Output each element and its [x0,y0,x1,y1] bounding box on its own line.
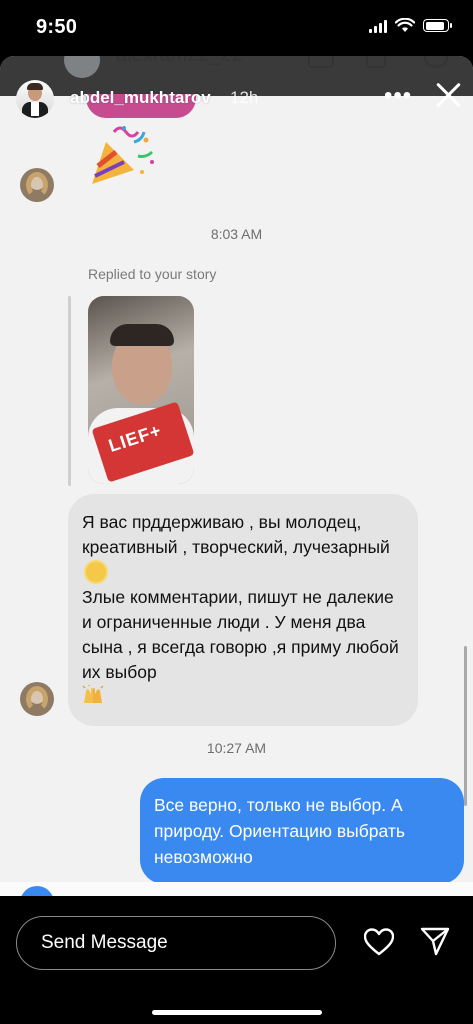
story-author-username[interactable]: abdel_mukhtarov [70,88,211,108]
status-bar: 9:50 [0,0,473,56]
incoming-message[interactable]: Я вас прддерживаю , вы молодец, креативн… [68,494,418,726]
sender-avatar[interactable] [20,682,54,716]
composer-peek [0,882,473,896]
close-icon[interactable] [434,80,464,110]
outgoing-message[interactable]: Все верно, только не выбор. А природу. О… [140,778,464,884]
replied-to-story-label: Replied to your story [88,266,217,282]
heart-icon[interactable] [364,928,394,956]
status-icons [369,18,452,33]
story-reply-bar [0,896,473,1024]
home-indicator [152,1010,322,1015]
party-popper-emoji [92,126,154,184]
wifi-icon [395,18,415,32]
story-age: 12h [230,88,259,107]
raising-hands-emoji [82,685,104,703]
flag-icon[interactable] [366,56,386,68]
status-time: 9:50 [36,16,78,38]
sun-emoji [86,562,106,582]
cellular-signal-icon [369,19,387,33]
chat-title: alexram22_22 [116,56,243,67]
info-icon[interactable] [424,56,448,68]
timestamp: 8:03 AM [210,226,263,242]
battery-level [425,21,445,30]
story-thumbnail[interactable]: LIEF+ [88,296,194,484]
sender-avatar[interactable] [20,168,54,202]
incoming-message-part-2: Злые комментарии, пишут не далекие и огр… [82,587,399,682]
battery-icon [423,19,452,32]
story-header: abdel_mukhtarov 12h ••• [0,76,473,132]
chat-avatar [64,56,100,78]
story-author-avatar[interactable] [16,80,54,118]
story-reply-card: alexram22_22 abdel_mukhtarov 12h ••• 8:0… [0,56,473,896]
more-icon[interactable]: ••• [384,82,412,110]
send-icon[interactable] [420,926,450,956]
timestamp: 10:27 AM [206,740,267,756]
scrollbar[interactable] [464,646,467,806]
reply-quote-line [68,296,71,486]
video-call-icon[interactable] [308,56,334,68]
send-message-input[interactable] [16,916,336,970]
incoming-message-part-1: Я вас прддерживаю , вы молодец, креативн… [82,512,390,557]
